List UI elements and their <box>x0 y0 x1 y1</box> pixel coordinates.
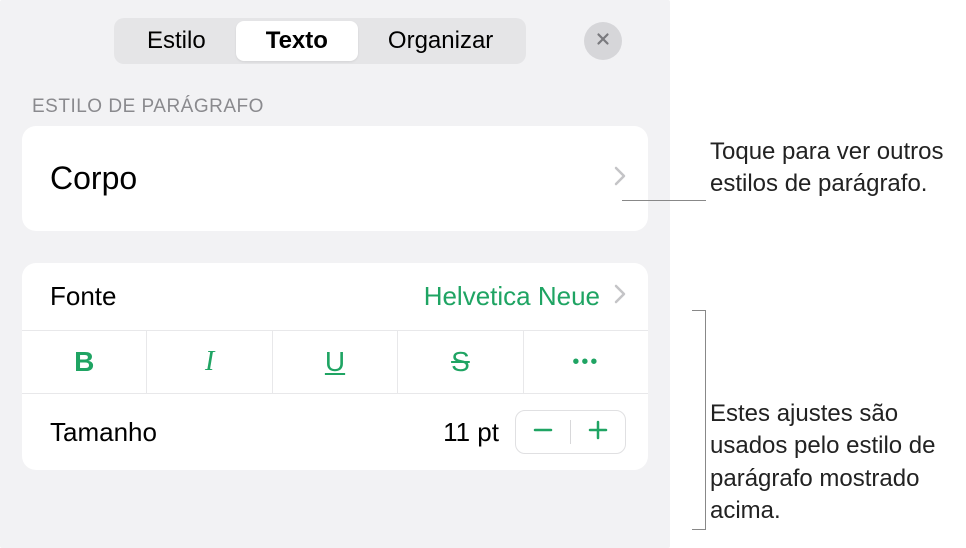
tab-segmented-control: Estilo Texto Organizar <box>114 18 526 64</box>
callout-settings-used: Estes ajustes são usados pelo estilo de … <box>710 398 966 528</box>
bold-button[interactable]: B <box>22 331 147 393</box>
size-row: Tamanho 11 pt <box>22 394 648 470</box>
underline-button[interactable]: U <box>273 331 398 393</box>
chevron-right-icon <box>614 166 626 191</box>
italic-button[interactable]: I <box>147 331 272 393</box>
close-button[interactable] <box>584 22 622 60</box>
font-label: Fonte <box>50 281 117 312</box>
text-style-button-row: B I U S ••• <box>22 331 648 394</box>
font-value: Helvetica Neue <box>424 281 600 312</box>
paragraph-style-selector[interactable]: Corpo <box>22 126 648 231</box>
tab-text[interactable]: Texto <box>236 21 358 61</box>
size-stepper <box>515 410 626 454</box>
more-button[interactable]: ••• <box>524 331 648 393</box>
size-decrease-button[interactable] <box>516 410 570 454</box>
callout-leader-line <box>622 200 706 201</box>
tab-arrange[interactable]: Organizar <box>358 21 523 61</box>
strikethrough-icon: S <box>451 346 470 378</box>
chevron-right-icon <box>614 284 626 309</box>
strikethrough-button[interactable]: S <box>398 331 523 393</box>
minus-icon <box>532 415 554 449</box>
underline-icon: U <box>325 346 345 378</box>
callout-bracket <box>692 310 706 530</box>
callout-paragraph-styles: Toque para ver outros estilos de parágra… <box>710 136 966 201</box>
paragraph-style-name: Corpo <box>50 160 137 197</box>
format-panel: Estilo Texto Organizar ESTILO DE PARÁGRA… <box>0 0 670 548</box>
panel-header: Estilo Texto Organizar <box>0 0 670 82</box>
size-label: Tamanho <box>50 417 157 448</box>
annotations-area: Toque para ver outros estilos de parágra… <box>670 0 966 548</box>
plus-icon <box>587 415 609 449</box>
paragraph-style-header: ESTILO DE PARÁGRAFO <box>0 82 670 126</box>
more-icon: ••• <box>572 351 599 374</box>
size-increase-button[interactable] <box>571 410 625 454</box>
close-icon <box>594 30 612 53</box>
size-value: 11 pt <box>443 417 499 448</box>
font-row[interactable]: Fonte Helvetica Neue <box>22 263 648 331</box>
tab-style[interactable]: Estilo <box>117 21 236 61</box>
